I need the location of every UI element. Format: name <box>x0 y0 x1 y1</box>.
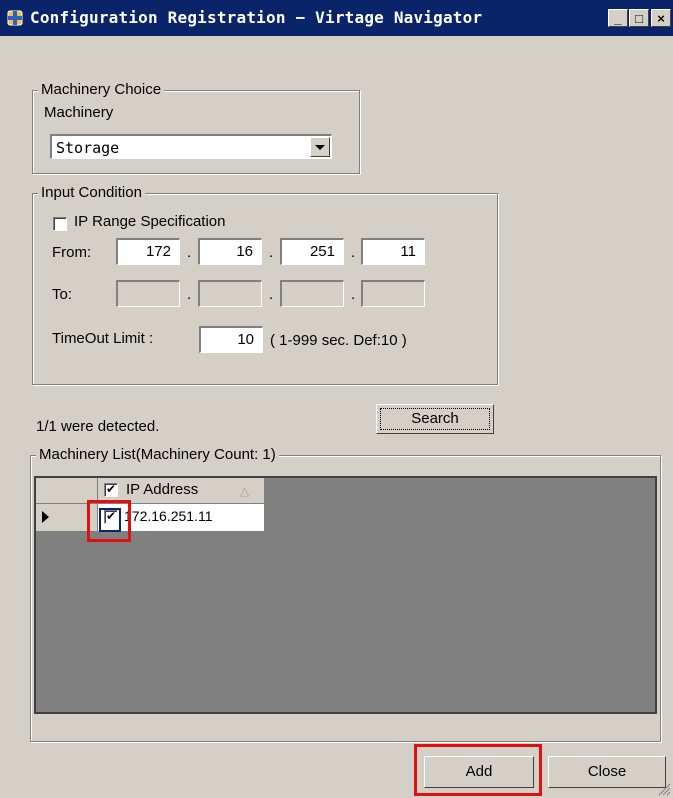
select-all-checkbox[interactable] <box>104 481 118 497</box>
ip-address-header-label: IP Address <box>126 481 199 498</box>
timeout-hint: ( 1-999 sec. Def:10 ) <box>270 332 407 349</box>
to-octet-1[interactable] <box>116 280 180 307</box>
octet-separator: . <box>269 244 274 261</box>
row-ip-address: 172.16.251.11 <box>124 508 213 524</box>
maximize-button[interactable]: □ <box>629 9 649 27</box>
ip-range-label: IP Range Specification <box>74 213 226 230</box>
machinery-select[interactable]: Storage <box>50 134 332 159</box>
octet-separator: . <box>187 244 192 261</box>
timeout-label: TimeOut Limit : <box>52 330 154 347</box>
from-octet-1[interactable]: 172 <box>116 238 180 265</box>
octet-separator: . <box>351 244 356 261</box>
to-octet-2[interactable] <box>198 280 262 307</box>
to-octet-3[interactable] <box>280 280 344 307</box>
octet-separator: . <box>187 286 192 303</box>
from-octet-4[interactable]: 11 <box>361 238 425 265</box>
chevron-down-icon[interactable] <box>310 137 330 157</box>
machinery-list-legend: Machinery List(Machinery Count: 1) <box>36 446 279 463</box>
ip-range-checkbox[interactable] <box>53 217 67 231</box>
add-button-highlight <box>414 744 542 796</box>
search-button[interactable]: Search <box>376 404 494 434</box>
timeout-input[interactable]: 10 <box>199 326 263 353</box>
from-octet-3[interactable]: 251 <box>280 238 344 265</box>
window-title: Configuration Registration − Virtage Nav… <box>30 8 483 27</box>
input-condition-legend: Input Condition <box>38 184 145 201</box>
close-window-button[interactable]: × <box>651 9 671 27</box>
machinery-select-value: Storage <box>56 139 120 157</box>
resize-grip-icon[interactable] <box>657 782 671 796</box>
close-button[interactable]: Close <box>548 756 666 788</box>
title-bar[interactable]: Configuration Registration − Virtage Nav… <box>0 0 673 36</box>
config-registration-window: Configuration Registration − Virtage Nav… <box>0 0 673 798</box>
checkbox-focus-border <box>99 508 121 532</box>
to-octet-4[interactable] <box>361 280 425 307</box>
from-label: From: <box>52 244 92 261</box>
sort-ascending-icon: △ <box>240 484 250 498</box>
machinery-choice-group: Machinery Choice <box>32 81 360 174</box>
machinery-choice-legend: Machinery Choice <box>38 81 165 98</box>
detected-status: 1/1 were detected. <box>36 418 160 435</box>
minimize-button[interactable]: _ <box>608 9 628 27</box>
to-label: To: <box>52 286 73 303</box>
app-icon <box>7 10 23 26</box>
octet-separator: . <box>269 286 274 303</box>
from-octet-2[interactable]: 16 <box>198 238 262 265</box>
machinery-label: Machinery <box>44 104 114 121</box>
current-row-icon <box>42 511 49 523</box>
octet-separator: . <box>351 286 356 303</box>
